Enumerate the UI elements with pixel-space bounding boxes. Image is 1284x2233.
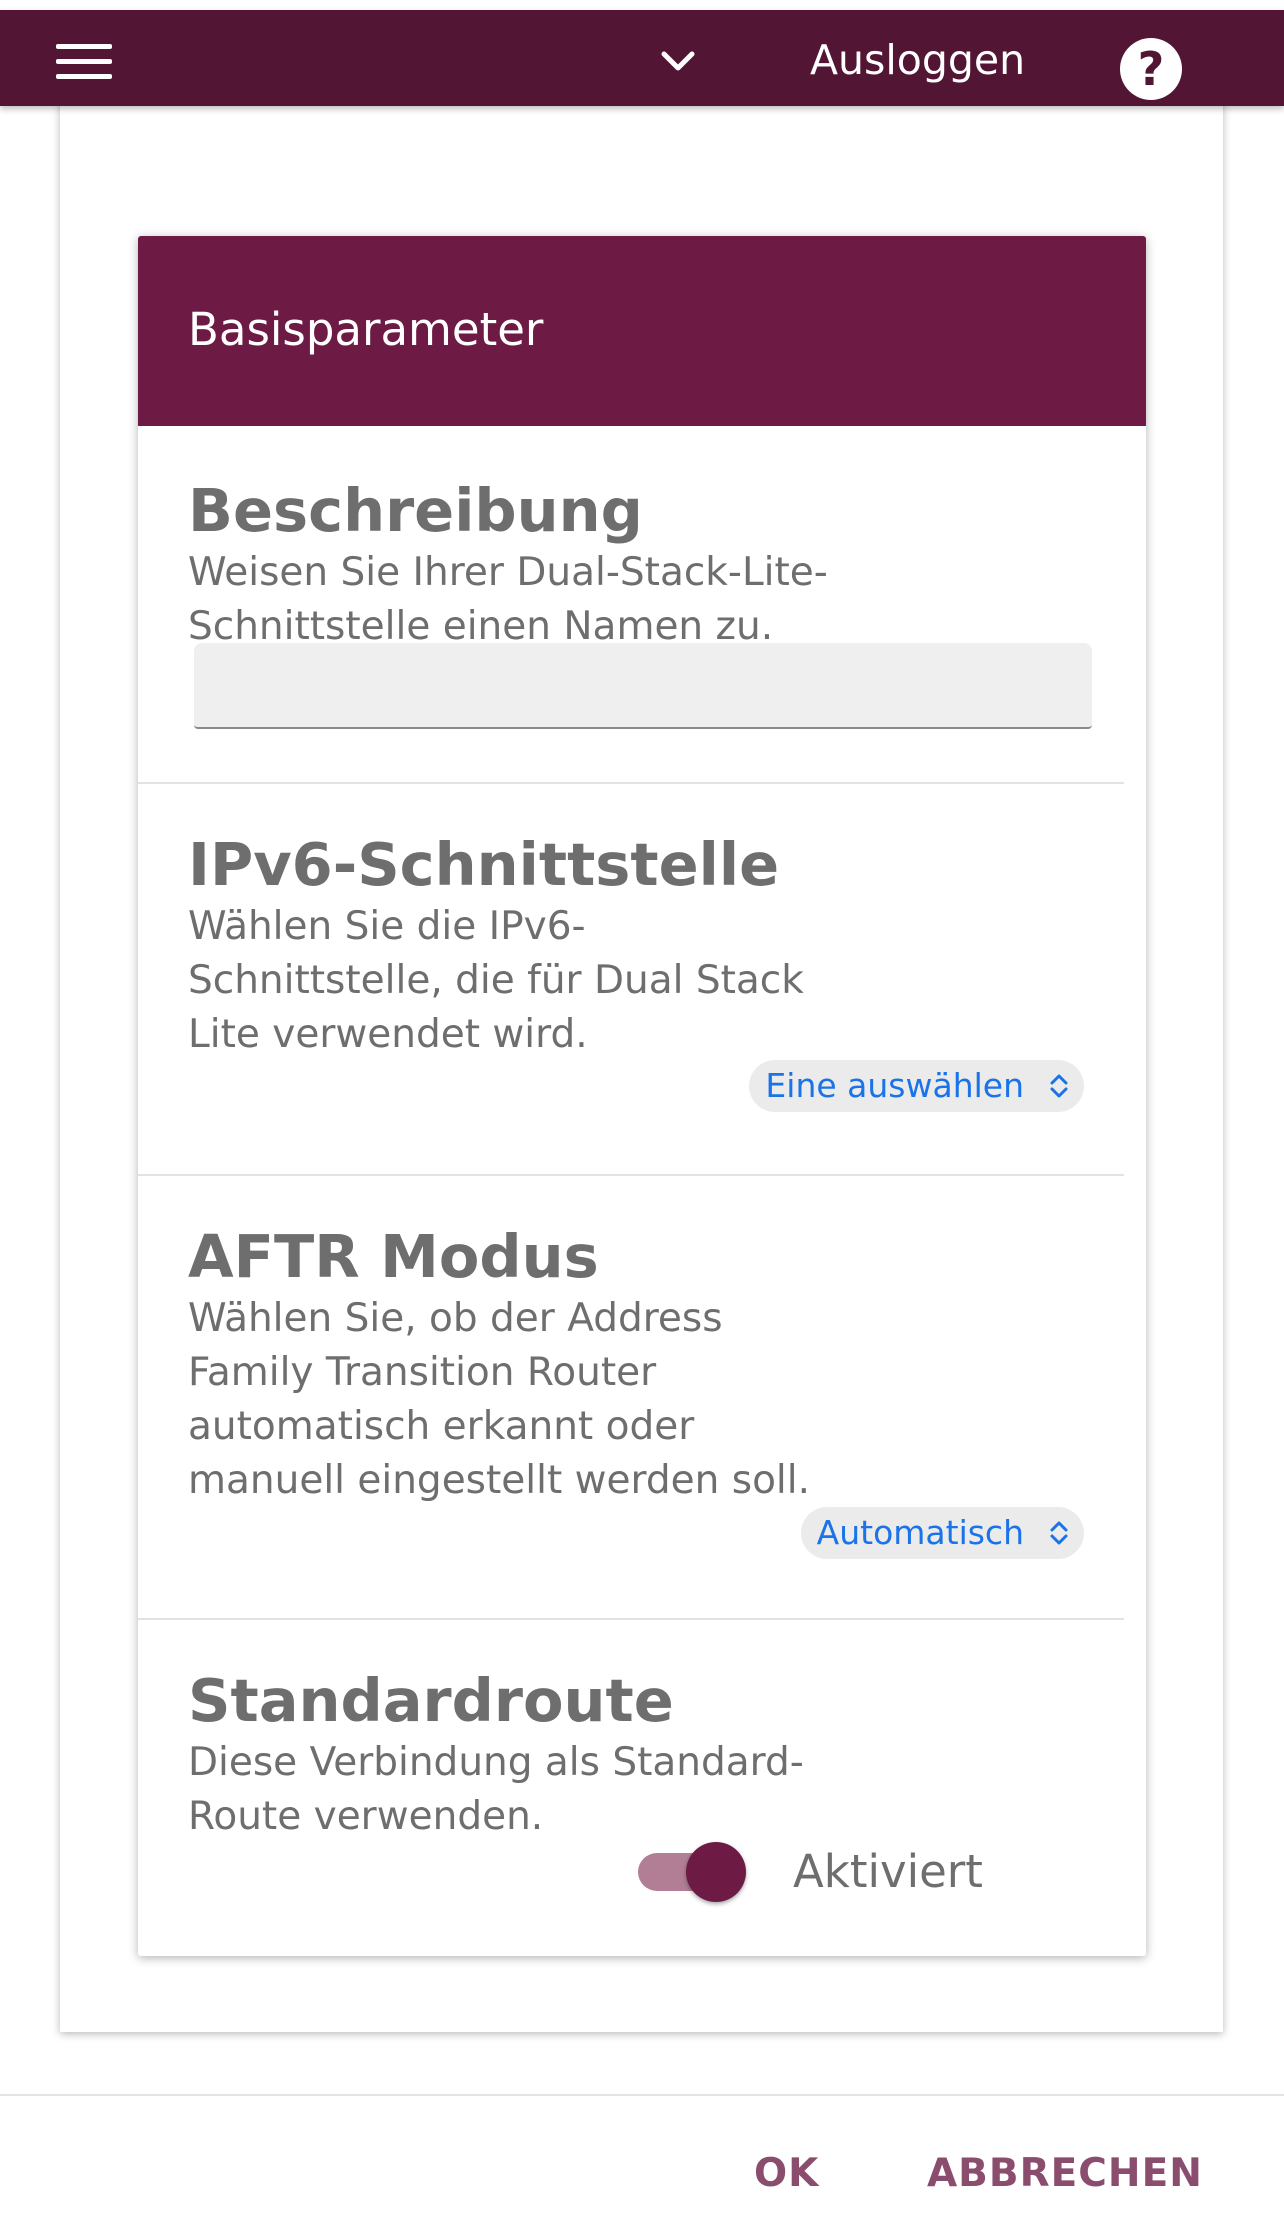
ipv6-text: Wählen Sie die IPv6-Schnittstelle, die f… bbox=[188, 904, 804, 1057]
aftr-select-value: Automatisch bbox=[816, 1513, 1024, 1552]
aftr-title: AFTR Modus bbox=[188, 1222, 599, 1291]
help-icon[interactable]: ? bbox=[1120, 38, 1182, 100]
divider bbox=[138, 1174, 1124, 1176]
cancel-button[interactable]: ABBRECHEN bbox=[927, 2146, 1203, 2202]
divider bbox=[138, 782, 1124, 784]
default-route-text: Diese Verbindung als Standard-Route verw… bbox=[188, 1740, 804, 1839]
default-route-title: Standardroute bbox=[188, 1666, 674, 1735]
toggle-label: Aktiviert bbox=[793, 1845, 983, 1898]
default-route-toggle[interactable] bbox=[638, 1842, 748, 1902]
updown-chevron-icon bbox=[1050, 1521, 1068, 1545]
ok-button[interactable]: OK bbox=[754, 2146, 819, 2202]
hamburger-menu-icon[interactable] bbox=[56, 44, 112, 80]
toggle-thumb bbox=[686, 1842, 746, 1902]
updown-chevron-icon bbox=[1050, 1074, 1068, 1098]
basic-parameters-card: Basisparameter Beschreibung Weisen Sie I… bbox=[138, 236, 1146, 1956]
chevron-down-icon[interactable] bbox=[656, 42, 700, 82]
footer-divider bbox=[0, 2094, 1284, 2096]
description-text: Weisen Sie Ihrer Dual-Stack-Lite-Schnitt… bbox=[188, 550, 828, 649]
aftr-mode-select[interactable]: Automatisch bbox=[800, 1507, 1084, 1559]
card-header: Basisparameter bbox=[138, 236, 1146, 426]
description-section: Beschreibung Weisen Sie Ihrer Dual-Stack… bbox=[188, 476, 1088, 654]
default-route-section: Standardroute Diese Verbindung als Stand… bbox=[188, 1666, 1088, 1844]
description-title: Beschreibung bbox=[188, 476, 643, 545]
ipv6-select-value: Eine auswählen bbox=[765, 1066, 1024, 1105]
divider bbox=[138, 1618, 1124, 1620]
ipv6-interface-select[interactable]: Eine auswählen bbox=[749, 1060, 1084, 1112]
ipv6-section: IPv6-Schnittstelle Wählen Sie die IPv6-S… bbox=[188, 830, 1088, 1062]
top-bar: Ausloggen ? bbox=[0, 10, 1284, 106]
ipv6-title: IPv6-Schnittstelle bbox=[188, 830, 780, 899]
aftr-text: Wählen Sie, ob der Address Family Transi… bbox=[188, 1296, 811, 1503]
logout-button[interactable]: Ausloggen bbox=[810, 30, 1025, 90]
aftr-section: AFTR Modus Wählen Sie, ob der Address Fa… bbox=[188, 1222, 1088, 1508]
card-title: Basisparameter bbox=[188, 303, 544, 356]
description-input[interactable] bbox=[194, 643, 1092, 729]
